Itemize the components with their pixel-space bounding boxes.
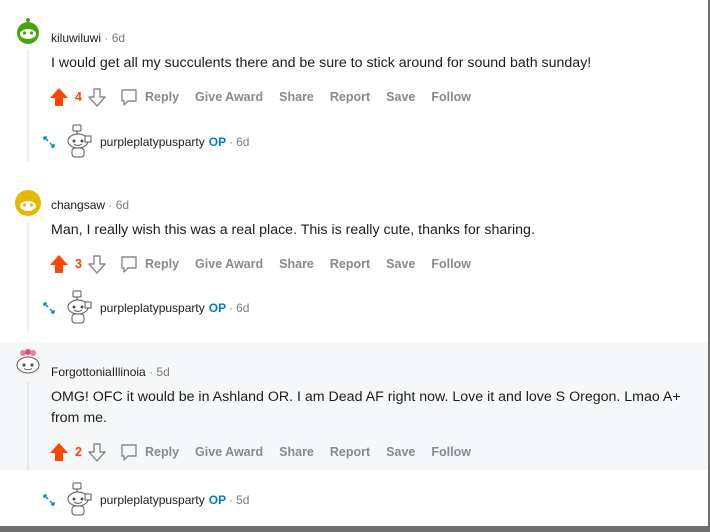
collapsed-reply[interactable]: purpleplatypusparty OP · 6d [42,124,249,160]
save-button[interactable]: Save [386,445,415,459]
comment-body: I would get all my succulents there and … [51,55,592,71]
follow-button[interactable]: Follow [431,257,471,271]
reply-label: Reply [145,445,180,459]
op-badge: OP [208,493,227,507]
collapsed-reply[interactable]: purpleplatypusparty OP · 6d [42,290,249,326]
reply-button[interactable]: Reply [119,442,187,462]
op-badge: OP [208,135,227,149]
speech-bubble-icon [121,256,137,273]
downvote-arrow-icon[interactable] [87,86,107,108]
comment-age[interactable]: 6d [116,198,129,212]
comment: kiluwiluwi · 6d I would get all my succu… [0,0,708,172]
comment-username[interactable]: changsaw [51,198,105,212]
comment-age[interactable]: 5d [156,365,169,379]
comment-meta: kiluwiluwi · 6d [51,31,125,45]
report-button[interactable]: Report [330,445,370,459]
comment-age[interactable]: 6d [112,31,125,45]
share-button[interactable]: Share [279,90,314,104]
give-award-button[interactable]: Give Award [195,445,263,459]
give-award-button[interactable]: Give Award [195,257,263,271]
snoo-avatar-icon[interactable] [64,482,94,518]
downvote-arrow-icon[interactable] [87,253,107,275]
comment-username[interactable]: ForgottoniaIllinoia [51,365,146,379]
comment-actions: 2 Reply Give Award Share Report Save Fol… [48,440,479,464]
comment-actions: 4 Reply Give Award Share Report Save Fol… [48,85,479,109]
follow-button[interactable]: Follow [431,90,471,104]
comment-meta: changsaw · 6d [51,198,129,212]
comment-actions: 3 Reply Give Award Share Report Save Fol… [48,252,479,276]
thread-line[interactable] [27,382,29,470]
user-avatar-icon[interactable] [14,348,42,376]
thread-line[interactable] [27,222,29,332]
give-award-button[interactable]: Give Award [195,90,263,104]
comment: changsaw · 6d Man, I really wish this wa… [0,172,708,340]
comment-username[interactable]: kiluwiluwi [51,31,101,45]
comment-body: Man, I really wish this was a real place… [51,222,535,238]
upvote-arrow-icon[interactable] [48,441,70,463]
user-avatar-icon[interactable] [14,17,42,45]
reply-age[interactable]: 6d [236,135,249,149]
vote-count: 2 [75,445,82,459]
meta-separator: · [229,493,234,507]
reply-button[interactable]: Reply [119,87,187,107]
speech-bubble-icon [121,89,137,106]
reply-button[interactable]: Reply [119,254,187,274]
comment-body: OMG! OFC it would be in Ashland OR. I am… [51,389,681,426]
reply-username[interactable]: purpleplatypusparty [100,301,205,315]
meta-separator: · [229,135,234,149]
vote-count: 3 [75,257,82,271]
snoo-avatar-icon[interactable] [64,290,94,326]
user-avatar-icon[interactable] [14,189,42,217]
save-button[interactable]: Save [386,257,415,271]
share-button[interactable]: Share [279,445,314,459]
op-badge: OP [208,301,227,315]
snoo-avatar-icon[interactable] [64,124,94,160]
meta-separator: · [104,31,109,45]
upvote-arrow-icon[interactable] [48,86,70,108]
meta-separator: · [149,365,154,379]
reply-label: Reply [145,257,180,271]
reply-age[interactable]: 6d [236,301,249,315]
window-border-bottom [0,526,710,532]
save-button[interactable]: Save [386,90,415,104]
reply-age[interactable]: 5d [236,493,249,507]
expand-arrows-icon[interactable] [42,493,56,507]
comment: ForgottoniaIllinoia · 5d OMG! OFC it wou… [0,342,708,470]
report-button[interactable]: Report [330,90,370,104]
thread-line[interactable] [27,50,29,162]
expand-arrows-icon[interactable] [42,135,56,149]
follow-button[interactable]: Follow [431,445,471,459]
share-button[interactable]: Share [279,257,314,271]
downvote-arrow-icon[interactable] [87,441,107,463]
meta-separator: · [108,198,113,212]
meta-separator: · [229,301,234,315]
comment-meta: ForgottoniaIllinoia · 5d [51,365,170,379]
reply-username[interactable]: purpleplatypusparty [100,493,205,507]
reply-username[interactable]: purpleplatypusparty [100,135,205,149]
collapsed-reply[interactable]: purpleplatypusparty OP · 5d [42,482,249,518]
vote-count: 4 [75,90,82,104]
report-button[interactable]: Report [330,257,370,271]
upvote-arrow-icon[interactable] [48,253,70,275]
expand-arrows-icon[interactable] [42,301,56,315]
reply-label: Reply [145,90,180,104]
speech-bubble-icon [121,444,137,461]
